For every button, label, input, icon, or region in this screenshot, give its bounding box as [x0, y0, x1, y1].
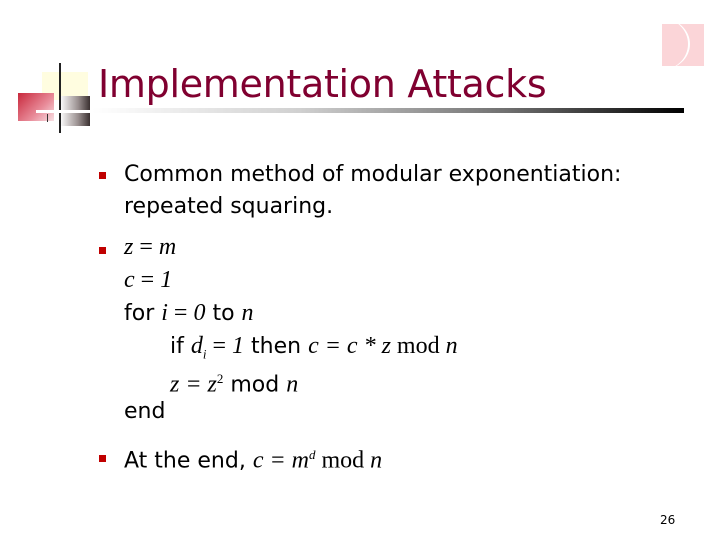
expr-c-times-z: c = c * z [308, 333, 391, 359]
var-n: n [445, 333, 458, 359]
code-z-square-line: z = z2 mod n [170, 364, 298, 400]
logo-vertical-line [59, 63, 61, 133]
equals: = [167, 300, 194, 326]
expr-z-eq-z: z = z [170, 371, 217, 398]
value-1: 1 [232, 333, 245, 359]
code-for-line: for i = 0 to n [124, 298, 254, 329]
mod-keyword: mod [223, 372, 287, 398]
expr-c-eq-m: c = m [252, 447, 309, 474]
equals: = [133, 234, 159, 260]
mod-op: mod [315, 447, 371, 474]
var-c: c [124, 267, 135, 293]
kw-to: to [205, 301, 242, 326]
var-n: n [241, 300, 254, 326]
corner-decoration [662, 24, 704, 66]
logo-tick [47, 114, 48, 122]
title-underline [92, 108, 684, 113]
bullet-icon [99, 247, 106, 254]
equals: = [206, 333, 233, 359]
value-1: 1 [160, 267, 173, 293]
var-n: n [370, 447, 383, 474]
bullet-1-line-2: repeated squaring. [124, 194, 334, 219]
bullet-3-line: At the end, c = md mod n [124, 440, 382, 476]
bullet-3-prefix: At the end, [124, 448, 253, 474]
kw-if: if [170, 334, 191, 359]
mod-op: mod [390, 333, 446, 359]
code-c-assign: c = 1 [124, 265, 172, 296]
kw-for: for [124, 301, 162, 326]
code-z-assign: z = m [124, 232, 176, 263]
slide-title: Implementation Attacks [98, 62, 547, 106]
equals: = [134, 267, 161, 293]
kw-then: then [244, 334, 309, 359]
bullet-1-line-1: Common method of modular exponentiation: [124, 162, 622, 187]
bullet-icon [99, 172, 106, 179]
page-number: 26 [660, 513, 676, 527]
start-0: 0 [193, 300, 206, 326]
var-i: i [161, 300, 168, 326]
logo-horizontal-line [36, 110, 91, 113]
corner-arc-icon [662, 24, 690, 66]
var-n: n [286, 371, 299, 398]
var-d: d [190, 333, 203, 359]
logo-red-square [18, 93, 54, 121]
bullet-icon [99, 455, 106, 462]
var-z: z [124, 234, 134, 260]
var-m: m [158, 234, 177, 260]
code-end: end [124, 399, 166, 424]
